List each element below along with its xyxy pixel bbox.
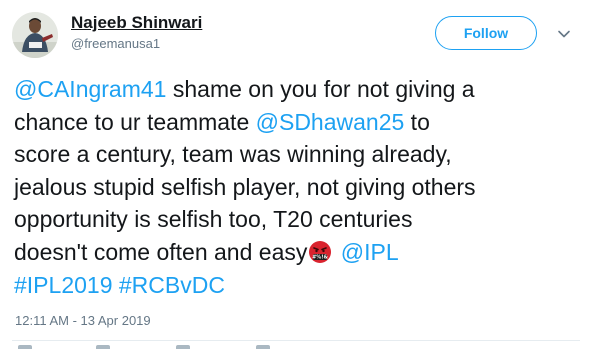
hashtag-link[interactable]: #IPL2019 <box>14 272 112 298</box>
user-handle[interactable]: @freemanusa1 <box>71 36 160 51</box>
chevron-down-icon[interactable] <box>556 26 572 42</box>
tweet-text-line: opportunity is selfish too, T20 centurie… <box>14 203 586 236</box>
retweet-icon[interactable] <box>96 345 110 349</box>
tweet-card: Najeeb Shinwari @freemanusa1 Follow @CAI… <box>0 0 592 349</box>
tweet-text-segment: doesn't come often and easy <box>14 238 308 265</box>
profile-photo-icon <box>12 12 58 58</box>
avatar[interactable] <box>12 12 58 58</box>
tweet-text-line: @CAIngram41 shame on you for not giving … <box>14 73 586 106</box>
tweet-text-segment: jealous stupid selfish player, not givin… <box>14 173 476 200</box>
tweet-timestamp[interactable]: 12:11 AM - 13 Apr 2019 <box>15 313 151 328</box>
tweet-text-segment: opportunity is selfish too, T20 centurie… <box>14 206 413 233</box>
mention-link[interactable]: @CAIngram41 <box>14 76 166 102</box>
tweet-text: @CAIngram41 shame on you for not giving … <box>14 73 586 301</box>
hashtag-link[interactable]: #RCBvDC <box>119 272 225 298</box>
tweet-text-line: #IPL2019 #RCBvDC <box>14 269 586 302</box>
tweet-text-segment: to <box>404 108 430 135</box>
angry-cursing-face-emoji-icon: #%!& <box>308 240 332 264</box>
follow-button[interactable]: Follow <box>435 16 537 50</box>
mention-link[interactable]: @IPL <box>341 239 399 265</box>
user-display-name[interactable]: Najeeb Shinwari <box>71 13 202 33</box>
tweet-text-segment: score a century, team was winning alread… <box>14 141 452 168</box>
tweet-text-segment: chance to ur teammate <box>14 108 256 135</box>
share-icon[interactable] <box>256 345 270 349</box>
tweet-text-segment: shame on you for not giving a <box>166 76 475 102</box>
tweet-text-line: jealous stupid selfish player, not givin… <box>14 171 586 204</box>
tweet-text-line: doesn't come often and easy #%!& @IPL <box>14 236 586 269</box>
tweet-text-line: chance to ur teammate @SDhawan25 to <box>14 106 586 139</box>
mention-link[interactable]: @SDhawan25 <box>256 109 405 135</box>
tweet-text-line: score a century, team was winning alread… <box>14 138 586 171</box>
like-icon[interactable] <box>176 345 190 349</box>
divider <box>12 340 580 341</box>
svg-text:#%!&: #%!& <box>312 255 328 261</box>
reply-icon[interactable] <box>18 345 32 349</box>
